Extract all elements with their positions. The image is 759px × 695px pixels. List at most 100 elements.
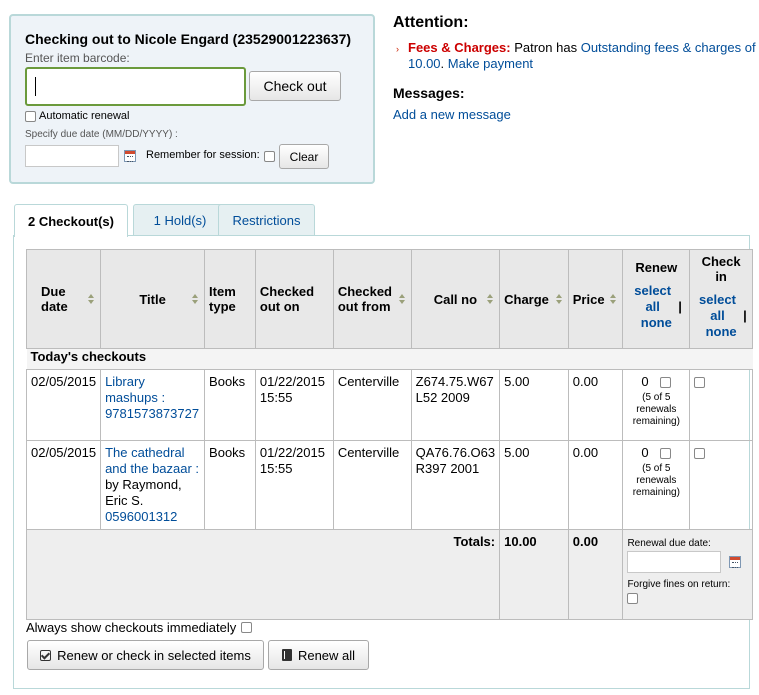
total-price: 0.00 [567, 529, 624, 620]
column-header-checked-out-from[interactable]: Checked out from [332, 249, 412, 349]
column-header-call-no[interactable]: Call no [410, 249, 501, 349]
checked-out-on-cell: 01/22/2015 15:55 [254, 369, 334, 441]
renew-cell: 0 (5 of 5 renewals remaining) [622, 440, 691, 530]
checkout-title: Checking out to Nicole Engard (235290012… [25, 31, 352, 47]
check-square-icon [40, 649, 52, 661]
title-cell: Library mashups : 9781573873727 [100, 369, 206, 441]
column-header-due-date[interactable]: Due date [25, 249, 102, 349]
messages-title: Messages: [393, 85, 465, 101]
renew-select-all-link[interactable]: select all [631, 283, 675, 315]
sort-icon [555, 294, 563, 304]
barcode-input[interactable] [25, 67, 246, 106]
book-icon [281, 649, 292, 661]
clear-button[interactable]: Clear [279, 144, 329, 169]
remember-for-session-checkbox[interactable] [264, 151, 275, 162]
column-header-check-in: Check in select all | none [689, 249, 753, 349]
check-in-checkbox[interactable] [694, 377, 706, 389]
check-in-checkbox[interactable] [694, 448, 706, 460]
always-show-checkouts-option: Always show checkouts immediately [26, 620, 253, 635]
tab-checkouts[interactable]: 2 Checkout(s) [14, 204, 128, 237]
due-date-input[interactable] [25, 145, 119, 167]
renew-count: 0 [641, 445, 649, 460]
automatic-renewal-label: Automatic renewal [39, 110, 130, 122]
checkin-select-none-link[interactable]: none [706, 324, 737, 339]
group-row-todays-checkouts: Today's checkouts [26, 348, 753, 370]
column-header-price[interactable]: Price [567, 249, 624, 349]
call-no-cell: QA76.76.O63 R397 2001 [410, 440, 501, 530]
renew-checkbox[interactable] [660, 448, 672, 460]
make-payment-link[interactable]: Make payment [448, 56, 533, 71]
fees-text: Patron has [510, 40, 581, 55]
sort-icon [398, 294, 406, 304]
checkin-select-all-link[interactable]: select all [695, 292, 739, 324]
checkouts-table: Due date Title Item type Checked out on … [25, 249, 753, 620]
fees-separator: . [440, 56, 448, 71]
tab-holds[interactable]: 1 Hold(s) [133, 204, 227, 236]
item-type-cell: Books [204, 440, 256, 530]
sort-icon [88, 294, 95, 304]
renew-header-label: Renew [635, 260, 678, 275]
check-in-cell [689, 440, 753, 530]
calendar-icon[interactable] [729, 556, 742, 568]
remember-for-session-label: Remember for session: [146, 149, 260, 161]
checked-out-on-cell: 01/22/2015 15:55 [254, 440, 334, 530]
automatic-renewal-option: Automatic renewal [25, 110, 130, 122]
checked-out-from-cell: Centerville [332, 440, 412, 530]
totals-row: Totals: 10.00 0.00 Renewal due date: For… [25, 529, 753, 620]
isbn-link[interactable]: 0596001312 [105, 509, 177, 524]
fees-charges-label: Fees & Charges: [408, 40, 511, 55]
due-date-cell: 02/05/2015 [25, 369, 102, 441]
renew-checkbox[interactable] [660, 377, 672, 389]
column-header-renew: Renew select all | none [622, 249, 691, 349]
link-separator: | [674, 299, 682, 314]
check-in-header-label: Check in [701, 254, 741, 284]
always-show-label: Always show checkouts immediately [26, 620, 237, 635]
title-author: by Raymond, Eric S. [105, 477, 182, 508]
renew-cell: 0 (5 of 5 renewals remaining) [622, 369, 691, 441]
link-separator: | [739, 308, 747, 323]
isbn-link[interactable]: 9781573873727 [105, 406, 199, 421]
forgive-fines-label: Forgive fines on return: [627, 579, 731, 590]
table-header-row: Due date Title Item type Checked out on … [25, 249, 753, 349]
due-date-cell: 02/05/2015 [25, 440, 102, 530]
renew-or-check-in-button[interactable]: Renew or check in selected items [27, 640, 264, 670]
automatic-renewal-checkbox[interactable] [25, 110, 36, 122]
totals-label: Totals: [25, 529, 501, 620]
column-header-item-type[interactable]: Item type [204, 249, 256, 349]
tab-restrictions[interactable]: Restrictions [218, 204, 315, 236]
item-type-cell: Books [204, 369, 256, 441]
sort-icon [610, 294, 617, 304]
renew-count: 0 [641, 374, 649, 389]
table-row: 02/05/2015 The cathedral and the bazaar … [25, 440, 753, 530]
sort-icon [487, 294, 494, 304]
due-date-label: Specify due date (MM/DD/YYYY) : [25, 129, 178, 140]
renew-select-none-link[interactable]: none [641, 315, 672, 330]
title-cell: The cathedral and the bazaar : by Raymon… [100, 440, 206, 530]
add-message-link[interactable]: Add a new message [393, 107, 511, 122]
bullet-arrow-icon: › [396, 44, 399, 54]
renewals-remaining-note: (5 of 5 renewals remaining) [632, 392, 680, 427]
renew-all-button[interactable]: Renew all [268, 640, 369, 670]
renew-all-label: Renew all [297, 647, 356, 663]
attention-title: Attention: [393, 14, 469, 31]
title-link[interactable]: Library mashups : [105, 374, 165, 405]
column-header-title[interactable]: Title [100, 249, 206, 349]
column-header-checked-out-on[interactable]: Checked out on [254, 249, 334, 349]
total-charge: 10.00 [499, 529, 569, 620]
renewal-due-date-input[interactable] [627, 551, 722, 573]
column-header-charge[interactable]: Charge [499, 249, 569, 349]
sort-icon [192, 294, 199, 304]
price-cell: 0.00 [567, 369, 624, 441]
charge-cell: 5.00 [499, 440, 569, 530]
checked-out-from-cell: Centerville [332, 369, 412, 441]
renewals-remaining-note: (5 of 5 renewals remaining) [632, 463, 680, 498]
price-cell: 0.00 [567, 440, 624, 530]
checkout-panel: Checking out to Nicole Engard (235290012… [9, 14, 375, 184]
table-row: 02/05/2015 Library mashups : 97815738737… [25, 369, 753, 441]
barcode-label: Enter item barcode: [25, 51, 130, 65]
always-show-checkbox[interactable] [241, 622, 253, 633]
forgive-fines-checkbox[interactable] [627, 593, 639, 605]
calendar-icon[interactable] [124, 150, 136, 162]
title-link[interactable]: The cathedral and the bazaar : [105, 445, 199, 476]
check-out-button[interactable]: Check out [249, 71, 341, 101]
